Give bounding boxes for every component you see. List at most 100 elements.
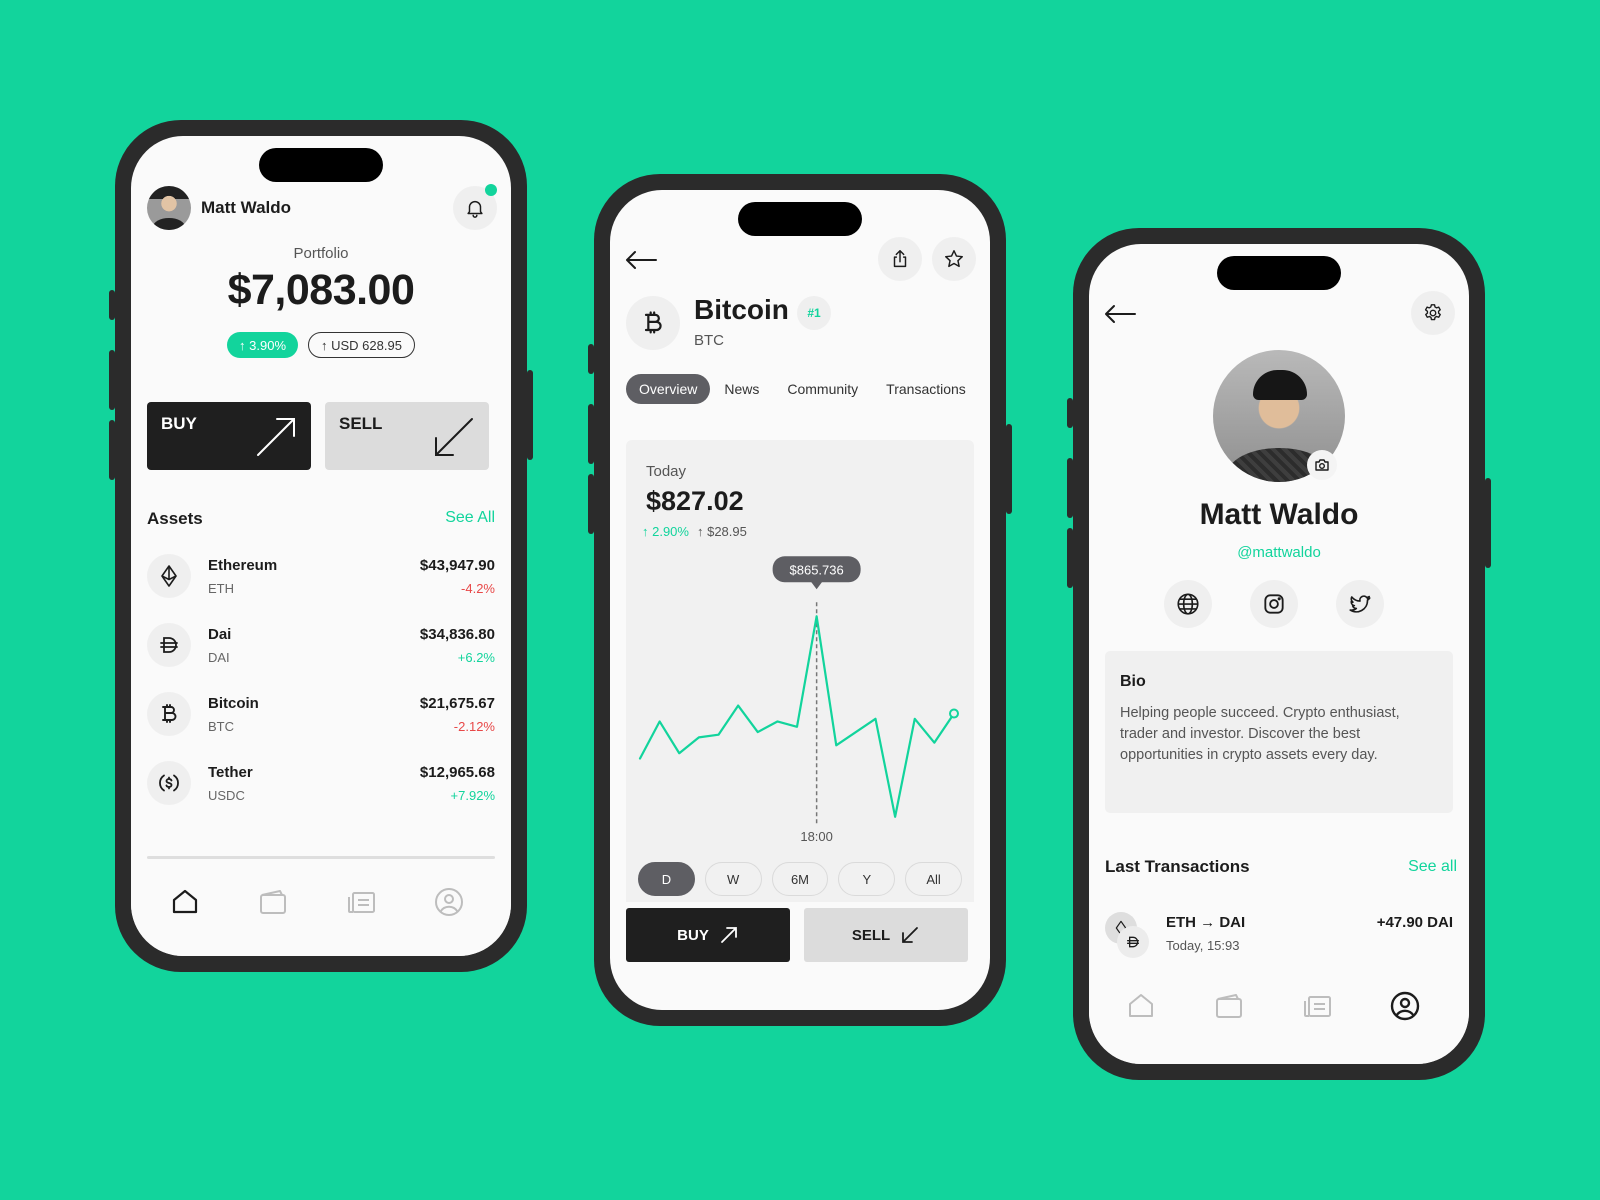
- dai-icon: [1127, 936, 1139, 948]
- dynamic-island: [259, 148, 383, 182]
- avatar[interactable]: [147, 186, 191, 230]
- phone-side-button: [1067, 458, 1073, 518]
- phone-side-button: [527, 370, 533, 460]
- profile-icon: [435, 888, 463, 916]
- portfolio-screen: Matt Waldo Portfolio $7,083.00 ↑ 3.90% ↑…: [131, 136, 511, 956]
- asset-row-bitcoin[interactable]: Bitcoin BTC $21,675.67 -2.12%: [147, 690, 495, 738]
- star-icon: [945, 250, 963, 268]
- asset-price: $12,965.68: [419, 764, 495, 781]
- profile-name: Matt Waldo: [1199, 498, 1359, 531]
- bio-title: Bio: [1120, 673, 1146, 690]
- chart-series-line: [638, 615, 956, 818]
- profile-icon: [1390, 991, 1420, 1021]
- coin-symbol: BTC: [694, 332, 724, 349]
- assets-title: Assets: [147, 509, 203, 528]
- transaction-row[interactable]: ETH → DAI Today, 15:93 +47.90 DAI: [1105, 908, 1453, 958]
- chart-tooltip-tail: [810, 581, 823, 590]
- twitter-icon: [1349, 595, 1371, 613]
- tab-wallet[interactable]: [257, 886, 289, 918]
- instagram-icon: [1264, 594, 1284, 614]
- buy-button[interactable]: BUY: [626, 908, 790, 962]
- bitcoin-icon: [644, 311, 662, 334]
- phone-side-button: [1006, 424, 1012, 514]
- buy-label: BUY: [677, 926, 709, 944]
- price-chart-card: Today $827.02 ↑ 2.90% ↑ $28.95 $865.736 …: [626, 440, 974, 902]
- back-arrow-icon[interactable]: [624, 250, 658, 270]
- asset-name: Tether: [208, 764, 253, 781]
- asset-row-ethereum[interactable]: Ethereum ETH $43,947.90 -4.2%: [147, 552, 495, 600]
- tab-home[interactable]: [1125, 990, 1157, 1022]
- bio-text: Helping people succeed. Crypto enthusias…: [1120, 705, 1400, 763]
- change-photo-button[interactable]: [1307, 450, 1337, 480]
- bitcoin-icon: [162, 704, 177, 723]
- tab-news[interactable]: News: [724, 374, 759, 404]
- user-name: Matt Waldo: [201, 198, 292, 217]
- phone-profile: Matt Waldo @mattwaldo Bio Helping people…: [1067, 228, 1491, 1080]
- phone-portfolio: Matt Waldo Portfolio $7,083.00 ↑ 3.90% ↑…: [109, 120, 533, 972]
- asset-change: +6.2%: [457, 650, 495, 665]
- asset-row-dai[interactable]: Dai DAI $34,836.80 +6.2%: [147, 621, 495, 669]
- wallet-icon: [260, 890, 286, 914]
- buy-button[interactable]: BUY: [147, 402, 311, 470]
- tab-home[interactable]: [169, 886, 201, 918]
- website-button[interactable]: [1164, 580, 1212, 628]
- asset-change: -2.12%: [453, 719, 495, 734]
- chart-tooltip-label: $865.736: [790, 562, 844, 577]
- tab-news[interactable]: [1301, 990, 1333, 1022]
- globe-icon: [1177, 593, 1199, 615]
- asset-symbol: BTC: [208, 719, 234, 734]
- arrow-up-right-icon: [720, 927, 737, 943]
- asset-change: -4.2%: [461, 581, 495, 596]
- arrow-down-left-icon: [435, 418, 473, 456]
- coin-name: Bitcoin: [694, 294, 789, 325]
- change-percent-badge: ↑ 3.90%: [227, 332, 299, 358]
- asset-name: Bitcoin: [208, 695, 259, 712]
- tab-profile[interactable]: [1389, 990, 1421, 1022]
- bio-card: Bio Helping people succeed. Crypto enthu…: [1105, 651, 1453, 813]
- asset-row-tether[interactable]: Tether USDC $12,965.68 +7.92%: [147, 759, 495, 807]
- asset-change: +7.92%: [450, 788, 495, 803]
- phone-side-button: [109, 350, 115, 410]
- settings-button[interactable]: [1411, 291, 1455, 335]
- coin-tabs: Overview News Community Transactions: [626, 374, 966, 404]
- portfolio-label: Portfolio: [293, 245, 349, 262]
- range-d[interactable]: D: [638, 862, 695, 896]
- range-w[interactable]: W: [704, 862, 762, 896]
- tab-wallet[interactable]: [1213, 990, 1245, 1022]
- favorite-button[interactable]: [932, 237, 976, 281]
- see-all-transactions-link[interactable]: See all: [1408, 858, 1457, 876]
- news-icon: [348, 892, 375, 913]
- usdc-icon: [159, 774, 179, 792]
- asset-price: $43,947.90: [419, 557, 495, 574]
- chart-x-tick-label: 18:00: [800, 829, 833, 844]
- chart-end-point: [949, 708, 959, 719]
- back-arrow-icon[interactable]: [1103, 304, 1137, 324]
- rank-badge: #1: [797, 296, 831, 330]
- tab-overview[interactable]: Overview: [626, 374, 711, 404]
- sell-button[interactable]: SELL: [325, 402, 489, 470]
- price-line-chart[interactable]: $865.736 18:00: [626, 440, 968, 902]
- range-y[interactable]: Y: [838, 862, 896, 896]
- range-all[interactable]: All: [905, 862, 962, 896]
- phone-side-button: [1067, 398, 1073, 428]
- asset-symbol: DAI: [208, 650, 230, 665]
- arrow-down-left-icon: [902, 927, 919, 943]
- phone-side-button: [588, 404, 594, 464]
- instagram-button[interactable]: [1250, 580, 1298, 628]
- range-6m[interactable]: 6M: [771, 862, 829, 896]
- notification-dot: [485, 184, 497, 196]
- phone-side-button: [109, 420, 115, 480]
- range-selector: D W 6M Y All: [638, 862, 962, 896]
- share-button[interactable]: [878, 237, 922, 281]
- tab-profile[interactable]: [433, 886, 465, 918]
- tab-news[interactable]: [345, 886, 377, 918]
- sell-label: SELL: [339, 414, 383, 433]
- tab-transactions[interactable]: Transactions: [886, 374, 966, 404]
- profile-handle[interactable]: @mattwaldo: [1089, 544, 1469, 561]
- tab-community[interactable]: Community: [787, 374, 858, 404]
- asset-symbol: USDC: [208, 788, 245, 803]
- sell-button[interactable]: SELL: [804, 908, 968, 962]
- wallet-icon: [1216, 994, 1242, 1018]
- see-all-link[interactable]: See All: [445, 509, 495, 527]
- twitter-button[interactable]: [1336, 580, 1384, 628]
